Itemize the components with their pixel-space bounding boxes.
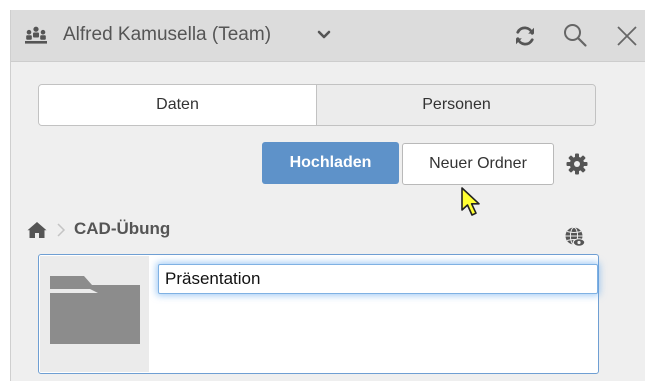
refresh-icon[interactable] (513, 24, 537, 48)
upload-button[interactable]: Hochladen (262, 142, 399, 184)
folder-thumbnail (40, 256, 149, 372)
team-icon (25, 26, 47, 44)
tab-personen[interactable]: Personen (317, 85, 595, 125)
home-icon[interactable] (27, 221, 47, 239)
top-strip (0, 0, 645, 10)
folder-name-input[interactable] (158, 264, 598, 294)
chevron-down-icon[interactable] (317, 30, 331, 40)
breadcrumb-current[interactable]: CAD-Übung (74, 219, 170, 239)
new-folder-row (38, 254, 599, 374)
close-icon[interactable] (614, 23, 640, 49)
team-title[interactable]: Alfred Kamusella (Team) (63, 24, 271, 46)
globe-eye-icon[interactable] (564, 226, 586, 248)
tab-daten[interactable]: Daten (39, 85, 317, 125)
file-panel: Alfred Kamusella (Team) Daten Personen H… (10, 10, 645, 381)
mouse-cursor (461, 187, 480, 216)
chevron-right-icon (57, 223, 66, 237)
panel-header: Alfred Kamusella (Team) (11, 10, 645, 62)
search-icon[interactable] (562, 22, 588, 48)
folder-icon (50, 276, 140, 344)
gear-icon[interactable] (566, 153, 588, 175)
new-folder-button[interactable]: Neuer Ordner (402, 143, 554, 185)
view-tabs: Daten Personen (38, 84, 596, 126)
